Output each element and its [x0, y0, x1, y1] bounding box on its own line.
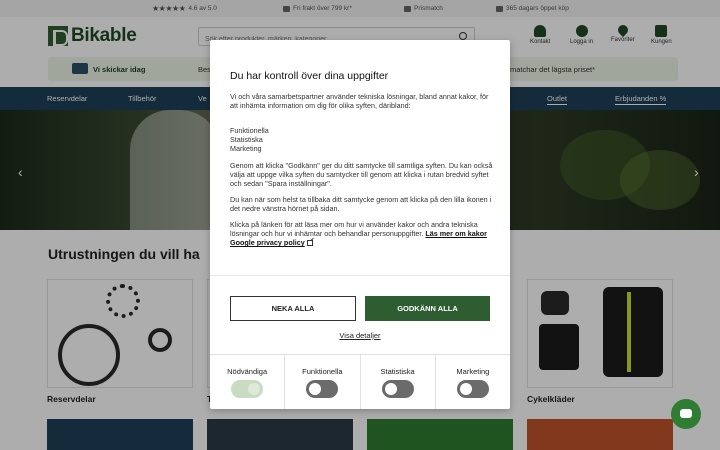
cookie-consent-dialog: Du har kontroll över dina uppgifter Vi o…	[210, 40, 510, 409]
google-privacy-link[interactable]: Google privacy policy	[230, 238, 305, 247]
statistics-toggle[interactable]	[381, 380, 414, 398]
purpose-item: Funktionella	[230, 126, 269, 135]
external-link-icon	[306, 240, 313, 247]
toggle-label-functional: Funktionella	[302, 367, 343, 376]
toggle-label-marketing: Marketing	[456, 367, 490, 376]
marketing-toggle[interactable]	[456, 380, 489, 398]
necessary-toggle	[231, 380, 264, 398]
deny-all-button[interactable]: NEKA ALLA	[230, 296, 356, 321]
consent-withdraw-text: Du kan när som helst ta tillbaka ditt sa…	[230, 195, 492, 214]
toggle-group-necessary: Nödvändiga	[210, 355, 286, 409]
toggle-label-necessary: Nödvändiga	[227, 367, 268, 376]
dialog-title: Du har kontroll över dina uppgifter	[230, 70, 389, 82]
accept-all-button[interactable]: GODKÄNN ALLA	[365, 296, 490, 321]
toggle-label-statistics: Statistiska	[380, 367, 415, 376]
consent-readmore-text: Klicka på länken för att läsa mer om hur…	[230, 220, 494, 248]
consent-toggles: Nödvändiga Funktionella Statistiska Mark…	[210, 354, 510, 409]
consent-accept-text: Genom att klicka "Godkänn" ger du ditt s…	[230, 161, 493, 189]
purpose-item: Statistiska	[230, 135, 263, 145]
purpose-list: Funktionella Statistiska Marketing	[230, 126, 494, 154]
purpose-item: Marketing	[230, 144, 262, 154]
toggle-group-functional: Funktionella	[285, 355, 361, 409]
functional-toggle[interactable]	[306, 380, 339, 398]
consent-text-area[interactable]: Du har kontroll över dina uppgifter Vi o…	[210, 40, 510, 276]
consent-intro-text: Vi och våra samarbetspartner använder te…	[230, 92, 489, 111]
toggle-knob	[248, 383, 261, 395]
toggle-knob	[309, 383, 322, 395]
show-details-link[interactable]: Visa detaljer	[210, 331, 510, 340]
toggle-knob	[384, 383, 397, 395]
toggle-group-statistics: Statistiska	[361, 355, 436, 409]
cookies-info-link[interactable]: Läs mer om kakor	[425, 229, 487, 238]
chat-icon	[680, 409, 692, 418]
toggle-group-marketing: Marketing	[436, 355, 510, 409]
toggle-knob	[459, 383, 472, 395]
